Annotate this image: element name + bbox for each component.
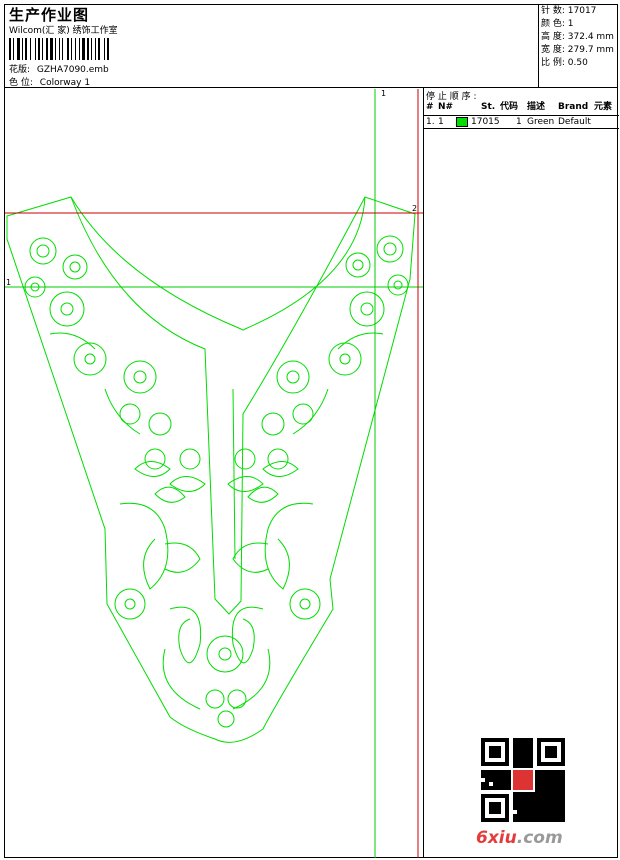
col-st: St.	[481, 102, 496, 112]
barcode	[9, 38, 109, 60]
row-code: 17015	[471, 117, 500, 127]
row-no: 1	[438, 117, 444, 127]
stitch-count: 针 数: 17017	[541, 6, 597, 16]
col-desc: 描述	[527, 102, 546, 112]
guide-label-h2: 2	[412, 204, 417, 213]
page-title: 生产作业图	[9, 6, 90, 24]
embroidery-design: 1 1 2	[5, 89, 423, 858]
colorway-value: Colorway 1	[39, 78, 91, 88]
watermark: 6xiu.com	[476, 828, 563, 848]
row-num: 1.	[426, 117, 435, 127]
row-st: 1	[516, 117, 522, 127]
thread-color-swatch	[456, 117, 468, 127]
sequence-row: 1. 1 17015 1 Green Default	[424, 115, 619, 129]
design-height: 高 度: 372.4 mm	[541, 32, 614, 42]
color-count: 颜 色: 1	[541, 19, 574, 29]
watermark-brand: 6xiu	[476, 828, 517, 848]
row-desc: Green	[527, 117, 555, 127]
design-width: 宽 度: 279.7 mm	[541, 45, 614, 55]
design-scale: 比 例: 0.50	[541, 58, 588, 68]
company-name: Wilcom(汇 家) 绣饰工作室	[9, 26, 118, 36]
design-file-row: 花版: GZHA7090.emb	[9, 62, 109, 75]
col-element: 元素	[594, 102, 613, 112]
watermark-domain: com	[523, 828, 563, 848]
col-brand: Brand	[558, 102, 589, 112]
colorway-row: 色 位: Colorway 1	[9, 75, 90, 88]
right-motif-cluster	[227, 235, 409, 710]
col-no: N#	[438, 102, 454, 112]
col-code: 代码	[500, 102, 519, 112]
design-file-label: 花版:	[9, 65, 31, 75]
header-panel: 生产作业图 Wilcom(汇 家) 绣饰工作室 花版: GZHA7090.emb…	[4, 4, 618, 88]
guide-lines	[5, 89, 423, 858]
seal-stamp	[513, 770, 533, 790]
stats-panel: 针 数: 17017 颜 色: 1 高 度: 372.4 mm 宽 度: 279…	[538, 4, 618, 88]
guide-label-vertical: 1	[381, 89, 386, 98]
row-brand: Default	[558, 117, 591, 127]
sequence-table-header: # N# St. 代码 描述 Brand 元素	[424, 101, 619, 113]
colorway-label: 色 位:	[9, 78, 33, 88]
design-outline	[6, 196, 416, 743]
left-motif-cluster	[24, 237, 206, 710]
col-num: #	[426, 102, 434, 112]
qr-code	[481, 738, 565, 822]
guide-label-h1: 1	[6, 278, 11, 287]
design-file-value: GZHA7090.emb	[36, 65, 109, 75]
center-flower	[205, 635, 247, 728]
